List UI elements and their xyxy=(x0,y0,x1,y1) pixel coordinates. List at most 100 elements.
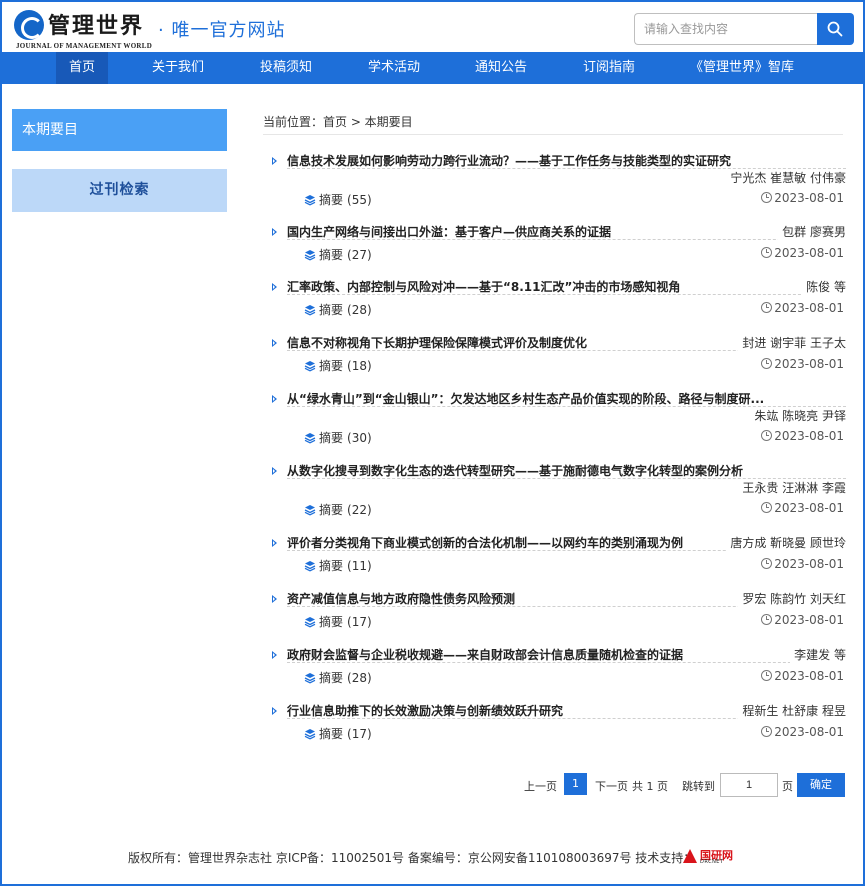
article-item: 政府财会监督与企业税收规避——来自财政部会计信息质量随机检查的证据 李建发 等摘要… xyxy=(272,646,846,687)
article-title[interactable]: 从数字化搜寻到数字化生态的迭代转型研究——基于施耐德电气数字化转型的案例分析 xyxy=(287,462,743,479)
bullet-arrow-icon xyxy=(272,651,277,659)
drcnet-logo-icon xyxy=(683,849,697,863)
nav-about[interactable]: 关于我们 xyxy=(142,52,214,84)
article-title[interactable]: 国内生产网络与间接出口外溢：基于客户—供应商关系的证据 xyxy=(287,223,611,240)
article-date: 2023-08-01 xyxy=(761,357,844,371)
abstract-count: (22) xyxy=(347,503,372,517)
layers-icon xyxy=(304,617,316,628)
nav-think-tank[interactable]: 《管理世界》智库 xyxy=(682,52,802,84)
abstract-count: (28) xyxy=(347,303,372,317)
abstract-link[interactable]: 摘要 (18) xyxy=(304,357,372,374)
article-item: 行业信息助推下的长效激励决策与创新绩效跃升研究 程新生 杜舒康 程昱 摘要 (17) 2… xyxy=(272,702,846,743)
article-item: 资产减值信息与地方政府隐性债务风险预测 罗宏 陈韵竹 刘天红摘要 (17) 2023-… xyxy=(272,590,846,631)
article-authors: 罗宏 陈韵竹 刘天红 xyxy=(738,590,846,607)
article-date: 2023-08-01 xyxy=(761,557,844,571)
article-authors: 陈俊 等 xyxy=(802,278,846,295)
abstract-label: 摘要 xyxy=(319,615,344,629)
article-title[interactable]: 汇率政策、内部控制与风险对冲——基于“8.11汇改”冲击的市场感知视角 xyxy=(287,278,680,295)
article-date: 2023-08-01 xyxy=(761,613,844,627)
abstract-link[interactable]: 摘要 (55) xyxy=(304,191,372,208)
article-title[interactable]: 资产减值信息与地方政府隐性债务风险预测 xyxy=(287,590,515,607)
nav-submission[interactable]: 投稿须知 xyxy=(250,52,322,84)
logo-text-cn: 管理世界 xyxy=(48,13,145,39)
prev-page-link[interactable]: 上一页 xyxy=(524,778,557,794)
article-date-text: 2023-08-01 xyxy=(774,429,844,443)
bullet-arrow-icon xyxy=(272,707,277,715)
bullet-arrow-icon xyxy=(272,395,277,403)
article-title[interactable]: 评价者分类视角下商业模式创新的合法化机制——以网约车的类别涌现为例 xyxy=(287,534,683,551)
abstract-label: 摘要 xyxy=(319,248,344,262)
page-number-current[interactable]: 1 xyxy=(564,773,587,795)
article-item: 汇率政策、内部控制与风险对冲——基于“8.11汇改”冲击的市场感知视角 陈俊 等摘… xyxy=(272,278,846,319)
abstract-link[interactable]: 摘要 (17) xyxy=(304,613,372,630)
jump-to-label: 跳转到 xyxy=(682,780,715,793)
nav-subscribe[interactable]: 订阅指南 xyxy=(573,52,645,84)
clock-icon xyxy=(761,247,773,258)
search-icon xyxy=(827,21,843,37)
main-nav: 首页 关于我们 投稿须知 学术活动 通知公告 订阅指南 《管理世界》智库 xyxy=(2,52,863,84)
article-date-text: 2023-08-01 xyxy=(774,557,844,571)
logo-text-en: JOURNAL OF MANAGEMENT WORLD xyxy=(16,42,153,50)
search-input[interactable] xyxy=(634,13,818,45)
abstract-label: 摘要 xyxy=(319,671,344,685)
site-logo[interactable]: 管理世界 JOURNAL OF MANAGEMENT WORLD xyxy=(12,8,152,50)
tech-support-logo[interactable]: 国研网 DRCNET xyxy=(683,847,741,867)
clock-icon xyxy=(761,670,773,681)
abstract-link[interactable]: 摘要 (27) xyxy=(304,246,372,263)
clock-icon xyxy=(761,558,773,569)
bullet-arrow-icon xyxy=(272,283,277,291)
abstract-label: 摘要 xyxy=(319,431,344,445)
site-header: 管理世界 JOURNAL OF MANAGEMENT WORLD · 唯一官方网… xyxy=(2,2,863,52)
total-pages: 共 1 页 xyxy=(632,780,668,793)
abstract-link[interactable]: 摘要 (28) xyxy=(304,669,372,686)
article-date-text: 2023-08-01 xyxy=(774,246,844,260)
abstract-count: (17) xyxy=(347,615,372,629)
article-title[interactable]: 从“绿水青山”到“金山银山”：欠发达地区乡村生态产品价值实现的阶段、路径与制度研… xyxy=(287,390,764,407)
abstract-link[interactable]: 摘要 (11) xyxy=(304,557,372,574)
sidebar-item-current-issue[interactable]: 本期要目 xyxy=(12,109,227,151)
drcnet-logo-en: DRCNET xyxy=(700,859,724,865)
page-jump-input[interactable] xyxy=(720,773,778,797)
article-date: 2023-08-01 xyxy=(761,669,844,683)
abstract-link[interactable]: 摘要 (22) xyxy=(304,501,372,518)
layers-icon xyxy=(304,505,316,516)
article-item: 国内生产网络与间接出口外溢：基于客户—供应商关系的证据 包群 廖赛男摘要 (27) 2… xyxy=(272,223,846,264)
abstract-link[interactable]: 摘要 (30) xyxy=(304,429,372,446)
sidebar-item-past-issues[interactable]: 过刊检索 xyxy=(12,169,227,212)
nav-home[interactable]: 首页 xyxy=(56,52,108,84)
next-page-link[interactable]: 下一页 xyxy=(595,778,628,794)
article-authors: 朱竑 陈晓亮 尹铎 xyxy=(750,407,846,424)
clock-icon xyxy=(761,726,773,737)
article-title[interactable]: 行业信息助推下的长效激励决策与创新绩效跃升研究 xyxy=(287,702,563,719)
article-item: 从数字化搜寻到数字化生态的迭代转型研究——基于施耐德电气数字化转型的案例分析 王永… xyxy=(272,463,846,519)
nav-academic[interactable]: 学术活动 xyxy=(358,52,430,84)
abstract-label: 摘要 xyxy=(319,359,344,373)
clock-icon xyxy=(761,430,773,441)
clock-icon xyxy=(761,192,773,203)
abstract-link[interactable]: 摘要 (17) xyxy=(304,725,372,742)
abstract-count: (18) xyxy=(347,359,372,373)
layers-icon xyxy=(304,673,316,684)
article-title[interactable]: 政府财会监督与企业税收规避——来自财政部会计信息质量随机检查的证据 xyxy=(287,646,683,663)
article-date-text: 2023-08-01 xyxy=(774,357,844,371)
nav-notices[interactable]: 通知公告 xyxy=(465,52,537,84)
site-slogan: · 唯一官方网站 xyxy=(158,20,286,41)
article-authors: 包群 廖赛男 xyxy=(778,223,846,240)
article-item: 评价者分类视角下商业模式创新的合法化机制——以网约车的类别涌现为例 唐方成 靳晓曼… xyxy=(272,534,846,575)
abstract-link[interactable]: 摘要 (28) xyxy=(304,301,372,318)
abstract-label: 摘要 xyxy=(319,303,344,317)
abstract-count: (11) xyxy=(347,559,372,573)
article-title[interactable]: 信息不对称视角下长期护理保险保障模式评价及制度优化 xyxy=(287,334,587,351)
layers-icon xyxy=(304,433,316,444)
article-title[interactable]: 信息技术发展如何影响劳动力跨行业流动？——基于工作任务与技能类型的实证研究 xyxy=(287,152,731,169)
abstract-label: 摘要 xyxy=(319,727,344,741)
confirm-button[interactable]: 确定 xyxy=(797,773,845,797)
search-button[interactable] xyxy=(817,13,854,45)
clock-icon xyxy=(761,502,773,513)
logo-emblem-icon xyxy=(14,10,44,40)
article-item: 从“绿水青山”到“金山银山”：欠发达地区乡村生态产品价值实现的阶段、路径与制度研… xyxy=(272,391,846,447)
article-authors: 宁光杰 崔慧敏 付伟豪 xyxy=(726,169,846,186)
bullet-arrow-icon xyxy=(272,539,277,547)
article-item: 信息技术发展如何影响劳动力跨行业流动？——基于工作任务与技能类型的实证研究 宁光杰… xyxy=(272,153,846,209)
article-date: 2023-08-01 xyxy=(761,501,844,515)
